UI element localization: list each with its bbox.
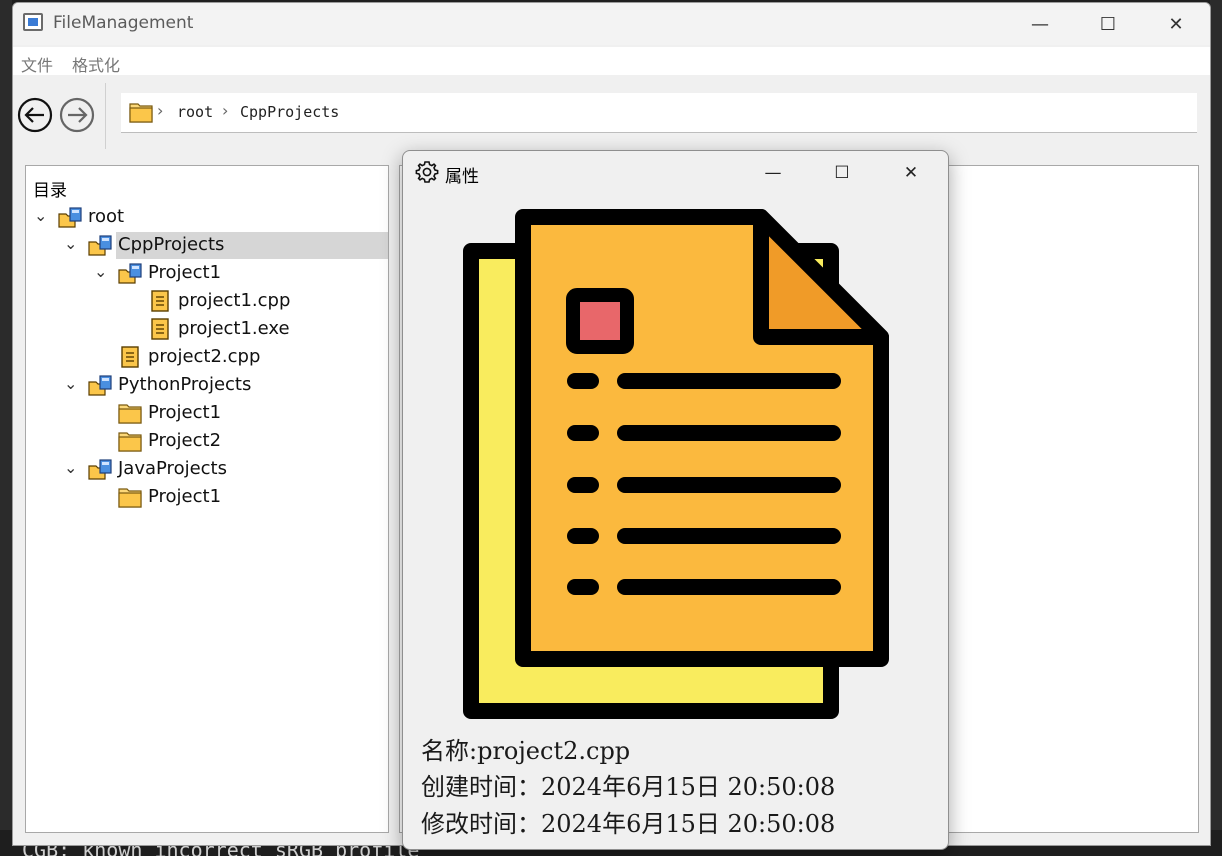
chevron-right-icon: ›	[157, 101, 164, 120]
breadcrumb-cppprojects[interactable]: CppProjects	[240, 103, 339, 121]
tree-item-label: Project1	[148, 262, 222, 283]
directory-tree: 目录 ⌄ root ⌄ CppProjects ⌄ Project1 project1.cp…	[25, 165, 389, 833]
toolbar-divider	[105, 83, 106, 149]
folder-icon	[129, 103, 153, 123]
background-editor-right	[1210, 0, 1222, 856]
dialog-title: 属性	[445, 167, 479, 187]
chevron-down-icon[interactable]: ⌄	[94, 262, 107, 281]
tree-item[interactable]: Project1	[26, 484, 388, 511]
tree-item-label: root	[88, 206, 125, 227]
properties-dialog: 属性 — ☐ ✕ 名称:project2.cpp 创建时间：2024年6月15日…	[402, 150, 949, 850]
tree-item-label: Project1	[148, 402, 222, 423]
background-editor-left	[0, 0, 12, 856]
project-folder-icon	[88, 375, 112, 396]
project-folder-icon	[88, 235, 112, 256]
project-folder-icon	[88, 459, 112, 480]
window-title: FileManagement	[53, 13, 194, 33]
back-button[interactable]	[17, 97, 53, 133]
dialog-maximize-button[interactable]: ☐	[808, 151, 876, 195]
tree-item[interactable]: ⌄ Project1	[26, 260, 388, 287]
source-file-icon	[121, 346, 139, 368]
tree-item-label: JavaProjects	[118, 458, 227, 479]
folder-icon	[118, 488, 142, 508]
tree-item[interactable]: ⌄ root	[26, 204, 388, 231]
tree-item[interactable]: ⌄ JavaProjects	[26, 456, 388, 483]
forward-button[interactable]	[59, 97, 95, 133]
tree-header: 目录	[33, 181, 67, 201]
menu-bar: 文件 格式化	[13, 47, 1210, 75]
source-file-icon	[151, 290, 169, 312]
minimize-button[interactable]: —	[1006, 3, 1074, 45]
chevron-down-icon[interactable]: ⌄	[64, 374, 77, 393]
close-button[interactable]: ✕	[1142, 3, 1210, 45]
modified-time-label: 修改时间：2024年6月15日 20:50:08	[421, 810, 836, 838]
tree-item-label: Project1	[148, 486, 222, 507]
chevron-right-icon: ›	[222, 101, 229, 120]
dialog-close-button[interactable]: ✕	[877, 151, 945, 195]
tree-item[interactable]: project1.exe	[26, 316, 388, 343]
menu-format[interactable]: 格式化	[72, 52, 120, 76]
gear-icon	[415, 161, 439, 183]
tree-item[interactable]: ⌄ PythonProjects	[26, 372, 388, 399]
created-time-label: 创建时间：2024年6月15日 20:50:08	[421, 773, 836, 801]
dialog-minimize-button[interactable]: —	[739, 151, 807, 195]
folder-icon	[118, 404, 142, 424]
arrow-left-circle-icon	[17, 97, 53, 133]
tree-item[interactable]: Project1	[26, 400, 388, 427]
breadcrumb-root[interactable]: root	[177, 103, 213, 121]
tree-item[interactable]: Project2	[26, 428, 388, 455]
project-folder-icon	[58, 207, 82, 228]
dialog-title-bar[interactable]: 属性 — ☐ ✕	[403, 151, 948, 195]
address-bar[interactable]: › root › CppProjects	[121, 93, 1197, 133]
document-file-icon	[463, 209, 889, 719]
app-window-icon	[23, 13, 43, 31]
menu-file[interactable]: 文件	[21, 52, 53, 76]
tree-item[interactable]: project2.cpp	[26, 344, 388, 371]
tree-item-label: project1.exe	[178, 318, 290, 339]
tree-item-label: project1.cpp	[178, 290, 291, 311]
chevron-down-icon[interactable]: ⌄	[64, 234, 77, 253]
chevron-down-icon[interactable]: ⌄	[34, 206, 47, 225]
tree-item-label: CppProjects	[118, 234, 225, 255]
project-folder-icon	[118, 263, 142, 284]
maximize-button[interactable]: ☐	[1074, 3, 1142, 45]
tree-item-label: PythonProjects	[118, 374, 252, 395]
tree-item-label: Project2	[148, 430, 222, 451]
folder-icon	[118, 432, 142, 452]
tree-item[interactable]: ⌄ CppProjects	[26, 232, 388, 259]
title-bar[interactable]: FileManagement — ☐ ✕	[13, 3, 1210, 45]
file-name-label: 名称:project2.cpp	[421, 737, 631, 765]
tree-item[interactable]: project1.cpp	[26, 288, 388, 315]
arrow-right-circle-icon	[59, 97, 95, 133]
chevron-down-icon[interactable]: ⌄	[64, 458, 77, 477]
toolbar: › root › CppProjects	[13, 77, 1210, 151]
source-file-icon	[151, 318, 169, 340]
tree-item-label: project2.cpp	[148, 346, 261, 367]
